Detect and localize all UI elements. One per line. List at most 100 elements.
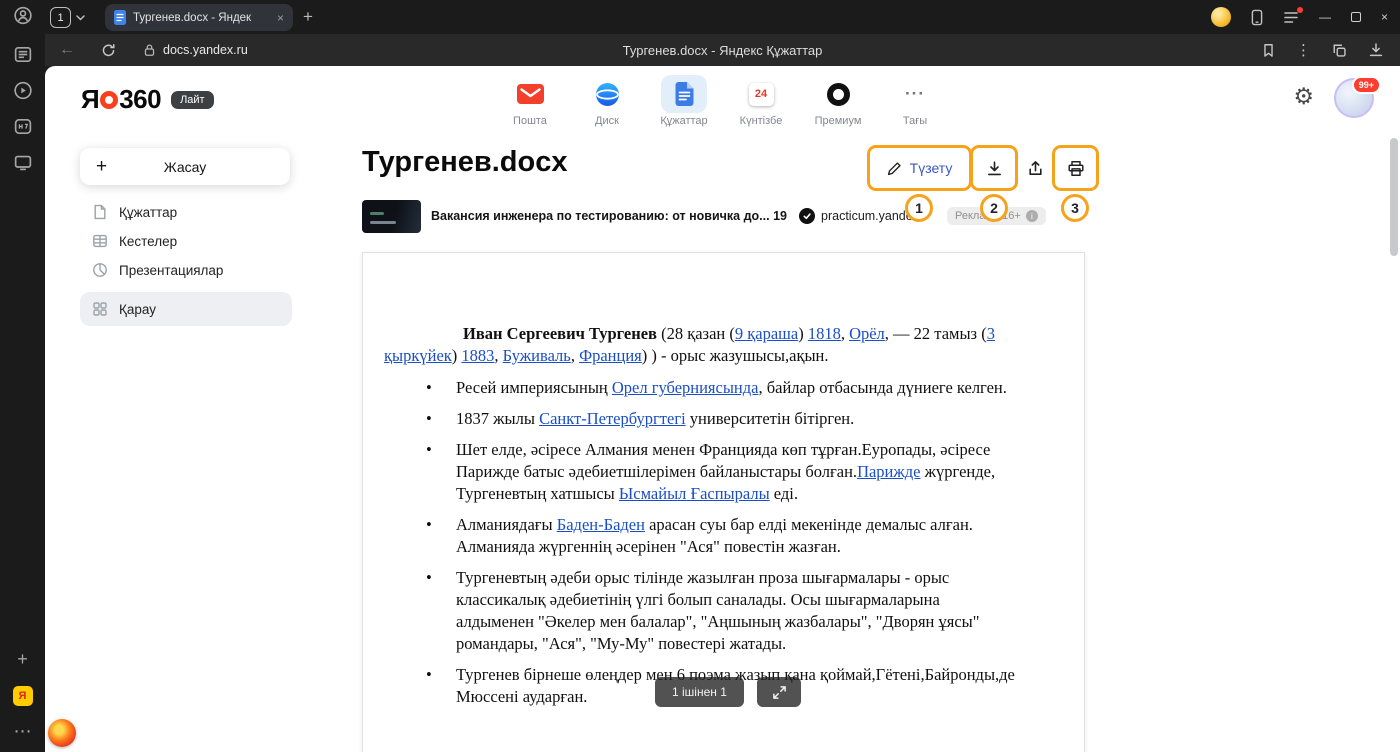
refresh-icon[interactable] — [101, 43, 116, 58]
sidebar-item-label: Құжаттар — [119, 205, 177, 220]
nav-label: Тағы — [903, 115, 927, 127]
info-icon: i — [1026, 210, 1038, 222]
nav-documents[interactable]: Құжаттар — [646, 75, 723, 127]
logo-ring-icon — [100, 91, 118, 109]
url-text[interactable]: docs.yandex.ru — [163, 43, 248, 57]
sidebar-item-tables[interactable]: Кестелер — [80, 225, 292, 257]
doc-bullet-item: Шет елде, әсіресе Алмания менен Францияд… — [384, 439, 1020, 505]
logo-ya: Я — [81, 84, 99, 115]
edit-label: Түзету — [910, 160, 953, 176]
download-icon — [986, 160, 1003, 177]
notification-dot — [1297, 7, 1303, 13]
doc-link[interactable]: 1818 — [808, 324, 841, 343]
profile-icon[interactable] — [13, 6, 32, 25]
gear-icon[interactable]: ⚙ — [1293, 84, 1314, 110]
fullscreen-button[interactable] — [757, 677, 801, 707]
document-favicon — [114, 10, 126, 25]
share-button[interactable] — [1017, 150, 1053, 186]
doc-link[interactable]: Орел губерниясында — [612, 378, 759, 397]
window-title: Тургенев.docx - Яндекс Құжаттар — [45, 43, 1400, 58]
panels-icon[interactable] — [1332, 43, 1347, 58]
tab-group-chip[interactable]: 1 — [50, 6, 85, 29]
yandex-letter: Я — [13, 686, 33, 706]
feed-icon[interactable] — [13, 45, 32, 64]
doc-link[interactable]: Санкт-Петербургтегі — [539, 409, 686, 428]
doc-bullet-list: Ресей империясының Орел губерниясында, б… — [384, 377, 1020, 708]
tab-list-icon[interactable] — [1283, 11, 1299, 24]
calendar-badge: 24 — [749, 83, 774, 106]
phone-icon[interactable] — [1251, 9, 1263, 26]
site-info[interactable]: docs.yandex.ru — [144, 43, 248, 57]
sidebar-item-documents[interactable]: Құжаттар — [80, 196, 292, 228]
yandex-docs-app: Я 360 Лайт Пошта Диск Құ — [45, 66, 1400, 752]
main-content: Тургенев.docx Түзету 1 2 3 — [300, 132, 1400, 752]
nav-premium[interactable]: Премиум — [800, 75, 877, 127]
screen-share-icon[interactable] — [13, 153, 32, 172]
yandex-app-icon[interactable]: Я — [13, 686, 33, 706]
active-tab[interactable]: Тургенев.docx - Яндек × — [105, 4, 293, 31]
more-icon: ··· — [892, 75, 938, 113]
doc-link[interactable]: 1883 — [461, 346, 494, 365]
play-icon[interactable] — [13, 81, 32, 100]
downloads-icon[interactable] — [1368, 42, 1384, 58]
new-tab-button[interactable]: + — [303, 7, 313, 27]
sidebar-item-label: Қарау — [119, 302, 156, 317]
doc-text: университетін бітірген. — [686, 409, 855, 428]
nav-more[interactable]: ··· Тағы — [877, 75, 954, 127]
lock-icon — [144, 43, 155, 57]
docs-sidebar: + Жасау Құжаттар Кестелер Презентациялар… — [45, 132, 300, 752]
profile-emoji-avatar[interactable] — [1211, 7, 1231, 27]
nav-disk[interactable]: Диск — [569, 75, 646, 127]
window-minimize-button[interactable]: — — [1319, 10, 1331, 24]
doc-text: , — 22 тамыз ( — [885, 324, 987, 343]
app-badge-icon[interactable] — [13, 117, 32, 136]
nav-calendar[interactable]: 24 Күнтізбе — [723, 75, 800, 127]
doc-bullet-item: 1837 жылы Санкт-Петербургтегі университе… — [384, 408, 1020, 430]
doc-link[interactable]: Баден-Баден — [557, 515, 645, 534]
doc-link[interactable]: Парижде — [857, 462, 920, 481]
browser-side-panel: + Я ⋯ — [0, 0, 45, 752]
ad-headline: Вакансия инженера по тестированию: от но… — [431, 209, 791, 223]
doc-text: еді. — [770, 484, 798, 503]
create-button[interactable]: + Жасау — [80, 148, 290, 185]
yandex-browser-icon[interactable] — [48, 719, 76, 747]
window-close-button[interactable]: × — [1381, 10, 1388, 24]
callout-2: 2 — [980, 194, 1008, 222]
yandex-360-logo[interactable]: Я 360 Лайт — [81, 84, 214, 115]
tab-close-icon[interactable]: × — [277, 11, 284, 25]
addressbar-actions: ⋮ — [1262, 41, 1384, 59]
doc-text: , — [494, 346, 502, 365]
tab-group-count: 1 — [50, 7, 71, 28]
window-maximize-button[interactable] — [1351, 12, 1361, 22]
expand-icon — [772, 685, 787, 700]
advertiser: practicum.yandex — [799, 208, 919, 224]
download-button[interactable] — [976, 150, 1012, 186]
doc-link[interactable]: 9 қараша — [735, 324, 798, 343]
document-icon — [92, 204, 108, 220]
bookmark-icon[interactable] — [1262, 43, 1275, 58]
nav-label: Күнтізбе — [740, 115, 783, 127]
doc-link[interactable]: Буживаль — [503, 346, 571, 365]
tab-title: Тургенев.docx - Яндек — [133, 12, 270, 24]
doc-bullet-item: Ресей империясының Орел губерниясында, б… — [384, 377, 1020, 399]
sidebar-item-presentations[interactable]: Презентациялар — [80, 254, 292, 286]
menu-dots-icon[interactable]: ⋮ — [1296, 41, 1311, 59]
panel-add-icon[interactable]: + — [17, 650, 28, 668]
doc-text: Иван Сергеевич Тургенев — [463, 324, 657, 343]
tab-bar: 1 Тургенев.docx - Яндек × + — × — [45, 0, 1400, 34]
print-button[interactable] — [1058, 150, 1094, 186]
edit-button[interactable]: Түзету — [873, 150, 966, 186]
advertiser-name: practicum.yandex — [821, 209, 919, 223]
doc-link[interactable]: Франция — [579, 346, 642, 365]
user-avatar[interactable]: 99+ — [1334, 78, 1374, 118]
nav-mail[interactable]: Пошта — [492, 75, 569, 127]
table-icon — [92, 233, 108, 249]
doc-link[interactable]: Орёл — [849, 324, 885, 343]
scrollbar-thumb[interactable] — [1390, 138, 1398, 256]
plan-badge: Лайт — [171, 91, 214, 109]
doc-link[interactable]: Ысмайыл Ғаспыралы — [619, 484, 770, 503]
panel-more-icon[interactable]: ⋯ — [14, 722, 32, 740]
back-icon[interactable]: ← — [59, 41, 75, 59]
sidebar-item-view[interactable]: Қарау — [80, 292, 292, 326]
services-nav: Пошта Диск Құжаттар 24 Күнтізбе — [492, 75, 954, 127]
